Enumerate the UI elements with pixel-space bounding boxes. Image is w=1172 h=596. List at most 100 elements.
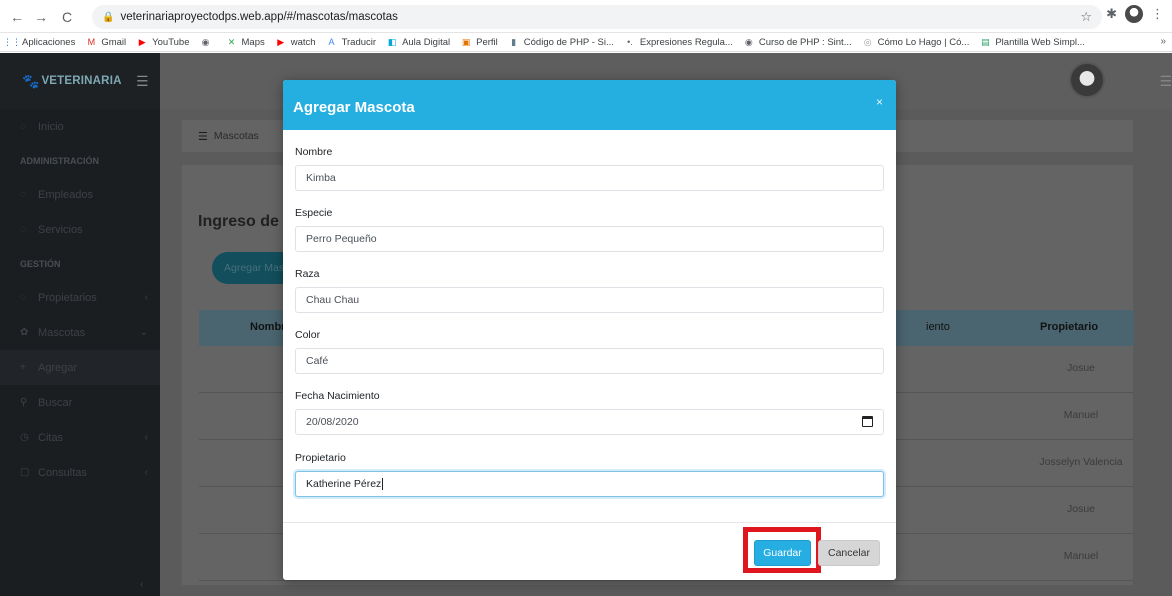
youtube-icon: ▶ (277, 36, 285, 47)
calendar-icon[interactable] (862, 416, 873, 427)
bookmark-star-icon[interactable]: ☆ (1080, 9, 1092, 25)
reload-icon[interactable]: C (56, 6, 78, 28)
sidebar-item-empleados[interactable]: ◌ Empleados (0, 177, 160, 212)
propietario-value: Katherine Pérez (306, 478, 382, 490)
save-button[interactable]: Guardar (754, 540, 811, 566)
nombre-input[interactable]: Kimba (295, 165, 884, 191)
clock-icon: ◷ (20, 432, 29, 443)
bookmark-item[interactable]: ▶ YouTube (136, 36, 190, 48)
sidebar-item-label: Citas (38, 431, 64, 444)
color-input[interactable]: Café (295, 348, 884, 374)
modal-title: Agregar Mascota (293, 99, 415, 116)
propietario-input[interactable]: Katherine Pérez (295, 471, 884, 497)
cancel-button[interactable]: Cancelar (818, 540, 880, 566)
user-avatar[interactable] (1069, 62, 1105, 98)
raza-input[interactable]: Chau Chau (295, 287, 884, 313)
translate-icon: A (328, 37, 335, 47)
aula-icon: ◧ (387, 36, 397, 47)
nombre-label: Nombre (295, 146, 333, 158)
sidebar-section-header: GESTIÓN (20, 258, 61, 269)
youtube-icon: ▶ (138, 36, 146, 47)
paw-icon: ✿ (20, 327, 29, 338)
especie-input[interactable]: Perro Pequeño (295, 226, 884, 252)
apps-grid-icon: ⋮⋮ (3, 36, 21, 47)
url-text: veterinariaproyectodps.web.app/#/mascota… (120, 11, 398, 23)
browser-profile-avatar[interactable] (1125, 5, 1143, 23)
brand-name: VETERINARIA (41, 75, 122, 87)
more-bookmarks-icon[interactable]: » (1160, 36, 1166, 47)
bookmark-label: Cómo Lo Hago | Có... (877, 36, 970, 48)
howto-icon: ◎ (863, 36, 872, 47)
bookmark-item[interactable]: ◉ (200, 37, 216, 48)
template-icon: ▤ (981, 36, 990, 47)
sidebar-collapse-icon[interactable]: ‹ (140, 579, 143, 590)
bookmark-item[interactable]: ◎ Cómo Lo Hago | Có... (862, 37, 970, 48)
chevron-icon: ⌄ (139, 327, 148, 338)
users-icon: ◌ (20, 292, 26, 303)
profile-icon: ▣ (461, 36, 471, 47)
bookmark-label: Maps (241, 36, 265, 48)
close-icon[interactable]: × (876, 95, 883, 109)
right-menu-icon[interactable]: ☰ (1159, 73, 1172, 90)
maps-icon: ✕ (227, 36, 236, 47)
column-header-nacimiento: iento (926, 321, 950, 333)
propietario-label: Propietario (295, 452, 346, 464)
owner-cell: Manuel (1063, 550, 1099, 562)
bookmark-label: Plantilla Web Simpl... (995, 36, 1085, 48)
sidebar-item-propietarios[interactable]: ◌ Propietarios ‹ (0, 280, 160, 315)
bookmark-label: Código de PHP - Si... (523, 36, 614, 48)
bookmark-item[interactable]: ▤ Plantilla Web Simpl... (979, 37, 1085, 48)
sidebar-item-mascotas[interactable]: ✿ Mascotas ⌄ (0, 315, 160, 350)
sidebar-item-label: Buscar (38, 396, 73, 409)
bookmark-label: Curso de PHP : Sint... (758, 36, 852, 48)
chevron-icon: ‹ (144, 432, 148, 443)
address-bar[interactable]: 🔒 veterinariaproyectodps.web.app/#/masco… (92, 5, 1102, 29)
page-title: Ingreso de (198, 213, 279, 230)
sidebar-item-consultas[interactable]: ▢ Consultas ‹ (0, 455, 160, 490)
add-pet-modal: Agregar Mascota × Nombre Kimba Especie P… (283, 80, 896, 580)
fecha-nacimiento-input[interactable]: 20/08/2020 (295, 409, 884, 435)
services-icon: ◌ (20, 224, 26, 235)
bookmark-item[interactable]: M Gmail (85, 36, 127, 48)
bookmark-item[interactable]: ⋮⋮ Aplicaciones (3, 36, 75, 48)
color-label: Color (295, 329, 321, 341)
plus-icon: + (20, 362, 26, 373)
sidebar-item-label: Inicio (38, 120, 64, 133)
bookmark-label: YouTube (152, 36, 190, 48)
back-arrow-icon[interactable]: ← (6, 6, 28, 28)
bookmark-item[interactable]: ▣ Perfil (460, 37, 498, 48)
bookmark-item[interactable]: ✕ Maps (226, 37, 265, 48)
nombre-value: Kimba (306, 172, 336, 184)
chevron-icon: ‹ (144, 467, 148, 478)
bookmark-label: Gmail (101, 36, 127, 48)
user-icon: ◌ (20, 189, 26, 200)
globe-icon: ◉ (744, 36, 753, 47)
bookmark-label: Perfil (476, 36, 498, 48)
sidebar-toggle-icon[interactable]: ☰ (136, 73, 149, 90)
fecha-nacimiento-label: Fecha Nacimiento (295, 390, 380, 402)
sidebar-item-agregar[interactable]: + Agregar (0, 350, 160, 385)
bookmark-item[interactable]: A Traducir (326, 37, 377, 48)
owner-cell: Josue (1066, 362, 1096, 374)
forward-arrow-icon[interactable]: → (30, 6, 52, 28)
globe-icon: ◉ (201, 36, 210, 47)
modal-header: Agregar Mascota × (283, 80, 896, 130)
browser-menu-icon[interactable]: ⋮ (1151, 6, 1164, 22)
column-header-nombre: Nombr (250, 321, 286, 333)
bookmark-item[interactable]: ▶ watch (275, 36, 316, 48)
bookmark-label: Expresiones Regula... (639, 36, 733, 48)
owner-cell: Manuel (1063, 409, 1099, 421)
bookmark-label: Traducir (341, 36, 377, 48)
extensions-icon[interactable]: ✱ (1106, 6, 1117, 22)
bookmark-label: watch (290, 36, 316, 48)
bookmark-item[interactable]: ◧ Aula Digital (386, 37, 450, 48)
sidebar-item-citas[interactable]: ◷ Citas ‹ (0, 420, 160, 455)
bookmark-item[interactable]: •. Expresiones Regula... (624, 37, 733, 48)
bookmark-item[interactable]: ◉ Curso de PHP : Sint... (743, 37, 852, 48)
paw-logo-icon: 🐾 (22, 72, 40, 89)
modal-footer-divider (283, 522, 896, 523)
bookmark-item[interactable]: ▮ Código de PHP - Si... (508, 37, 614, 48)
sidebar-item-inicio[interactable]: ◌ Inicio (0, 109, 160, 144)
sidebar-item-servicios[interactable]: ◌ Servicios (0, 212, 160, 247)
sidebar-item-buscar[interactable]: ⚲ Buscar (0, 385, 160, 420)
